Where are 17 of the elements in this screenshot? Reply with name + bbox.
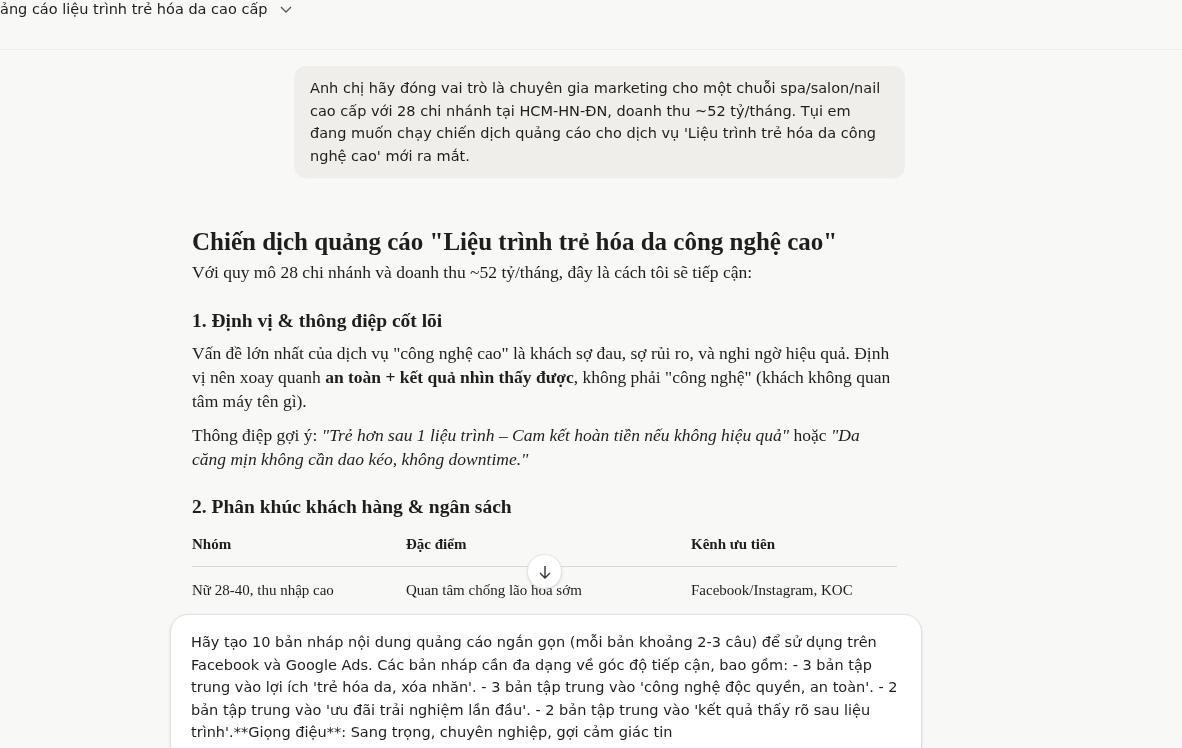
chevron-down-icon[interactable] (279, 6, 292, 14)
intro-paragraph: Với quy mô 28 chi nhánh và doanh thu ~52 tỷ/tháng, đây là cách tôi sẽ tiếp cận: (192, 261, 754, 284)
table-cell-text: Quan tâm chống lão hóa sớm (406, 580, 583, 600)
chat-title[interactable]: ảng cáo liệu trình trẻ hóa da cao cấp (0, 0, 268, 18)
message-input[interactable]: Hãy tạo 10 bản nháp nội dung quảng cáo ngắn gọn (mỗi bản khoảng 2-3 câu) để sử dụng trên Facebook và Google Ads. Các bản nháp cần đa dạng về góc độ tiếp cận, bao gồm: - 3 bản tập trung vào lợi ích 'trẻ hóa da, xóa nhăn'. - 3 bản tập trung vào 'công nghệ độc quyền, an toàn'. - 2 bản tập trung vào 'ưu đãi trải nghiệm lần đầu'. - 2 bản tập trung vào 'kết quả thấy rõ sau liệu trình'.**Giọng điệu**: Sang trọng, chuyên nghiệp, gợi cảm giác tin (170, 614, 922, 748)
paragraph: Thông điệp gợi ý: "Trẻ hơn sau 1 liệu trình – Cam kết hoàn tiền nếu không hiệu quả" hoặc "Da căng mịn không cần dao kéo, không downtime." (192, 424, 861, 471)
response-title: Chiến dịch quảng cáo "Liệu trình trẻ hóa da công nghệ cao" (192, 227, 839, 257)
table-cell-text: Facebook/Instagram, KOC (691, 580, 854, 600)
paragraph: Vấn đề lớn nhất của dịch vụ "công nghệ cao" là khách sợ đau, sợ rủi ro, và nghi ngờ hiệu quả. Định vị nên xoay quanh an toàn + kết quả nhìn thấy được, không phải "công nghệ" (khách không quan tâm máy tên gì). (192, 342, 892, 413)
column-header: Đặc điểm (406, 535, 468, 554)
column-header: Kênh ưu tiên (691, 535, 777, 554)
table-cell-text: Nữ 28-40, thu nhập cao (192, 580, 335, 600)
section-heading: 1. Định vị & thông điệp cốt lõi (192, 309, 444, 333)
user-message: Anh chị hãy đóng vai trò là chuyên gia marketing cho một chuỗi spa/salon/nail cao cấp với 28 chi nhánh tại HCM-HN-ĐN, doanh thu ~52 tỷ/tháng. Tụi em đang muốn chạy chiến dịch quảng cáo cho dịch vụ 'Liệu trình trẻ hóa da công nghệ cao' mới ra mắt. (294, 66, 905, 178)
section-heading: 2. Phân khúc khách hàng & ngân sách (192, 495, 513, 519)
arrow-down-icon (538, 564, 551, 579)
column-header: Nhóm (192, 535, 233, 554)
